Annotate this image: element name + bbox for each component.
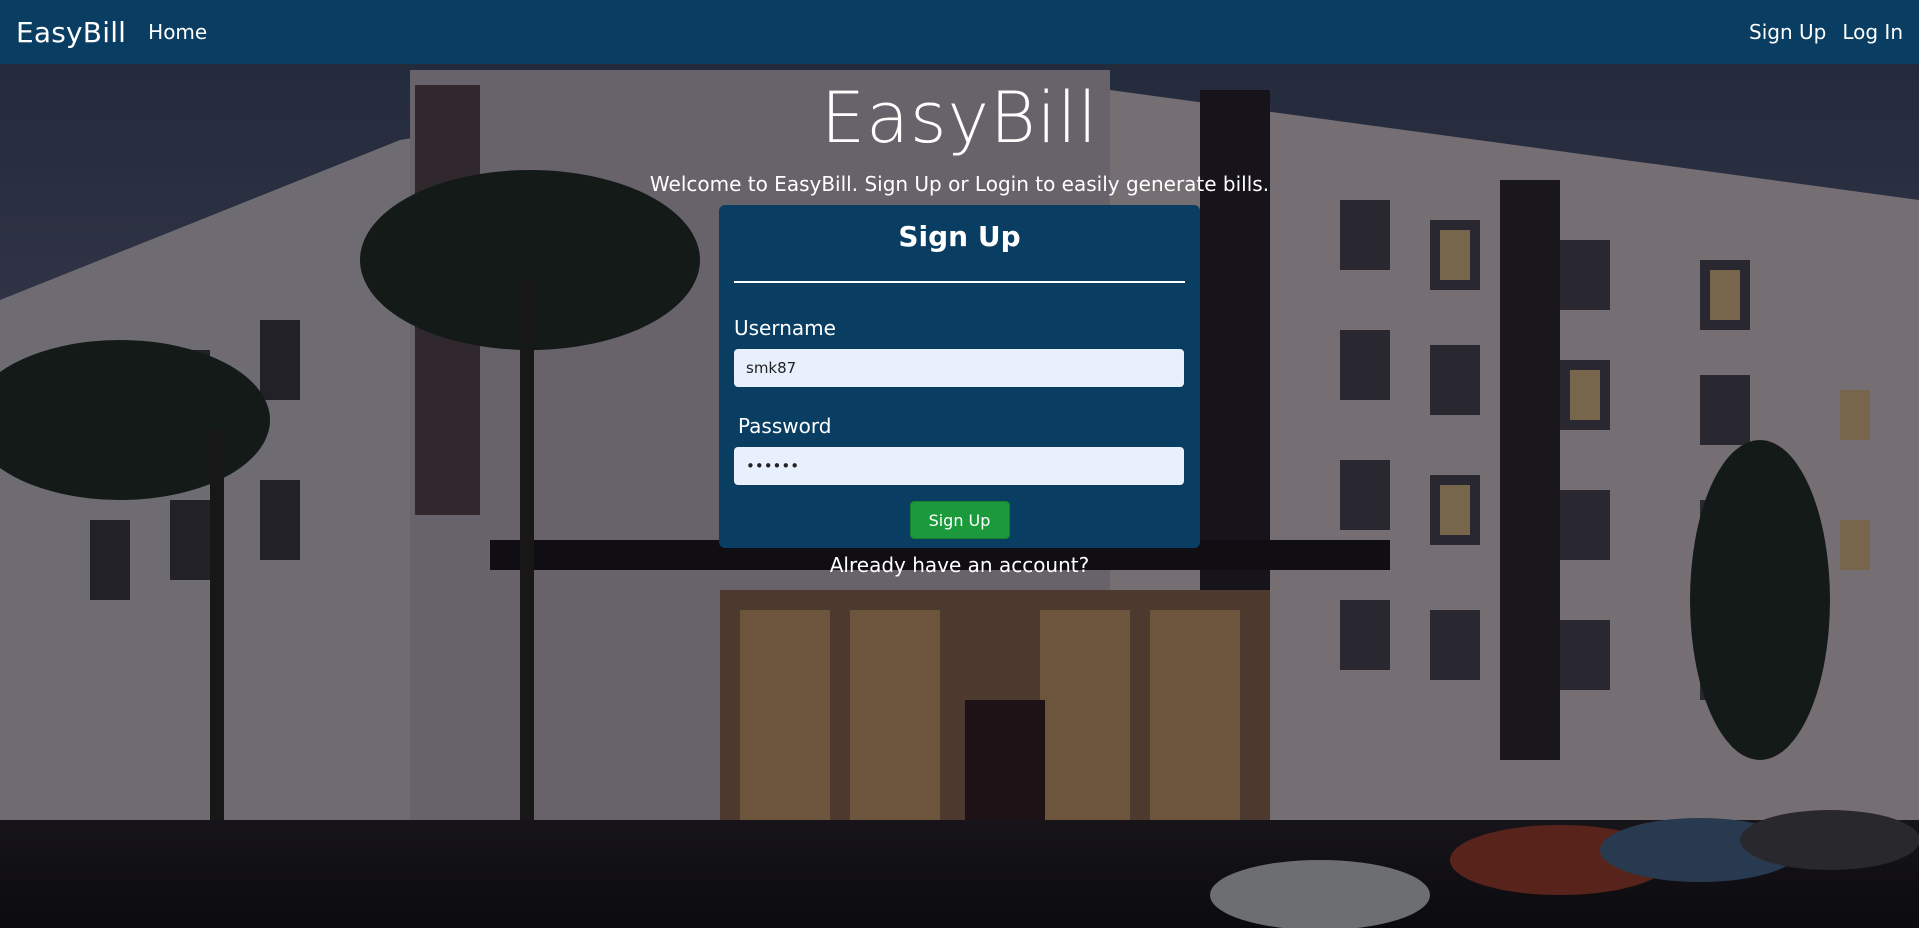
hero-subtitle: Welcome to EasyBill. Sign Up or Login to… — [649, 172, 1270, 196]
already-have-account-link[interactable]: Already have an account? — [0, 552, 1919, 578]
signup-card: Sign Up Username Password Sign Up — [719, 205, 1200, 548]
brand-logo-link[interactable]: EasyBill — [16, 16, 126, 49]
signup-submit-button[interactable]: Sign Up — [909, 501, 1010, 539]
password-label: Password — [738, 414, 832, 438]
password-input[interactable] — [734, 447, 1184, 485]
page: EasyBill Home Sign Up Log In EasyBill We… — [0, 0, 1919, 928]
nav-right-group: Sign Up Log In — [1749, 20, 1903, 44]
nav-home-link[interactable]: Home — [148, 20, 207, 44]
top-navbar: EasyBill Home Sign Up Log In — [0, 0, 1919, 64]
card-divider — [734, 281, 1185, 283]
username-label: Username — [734, 316, 836, 340]
nav-login-link[interactable]: Log In — [1842, 20, 1903, 44]
hero-title: EasyBill — [820, 77, 1099, 159]
nav-signup-link[interactable]: Sign Up — [1749, 20, 1826, 44]
username-input[interactable] — [734, 349, 1184, 387]
signup-card-title: Sign Up — [898, 220, 1021, 253]
hero-section: EasyBill Welcome to EasyBill. Sign Up or… — [0, 64, 1919, 198]
